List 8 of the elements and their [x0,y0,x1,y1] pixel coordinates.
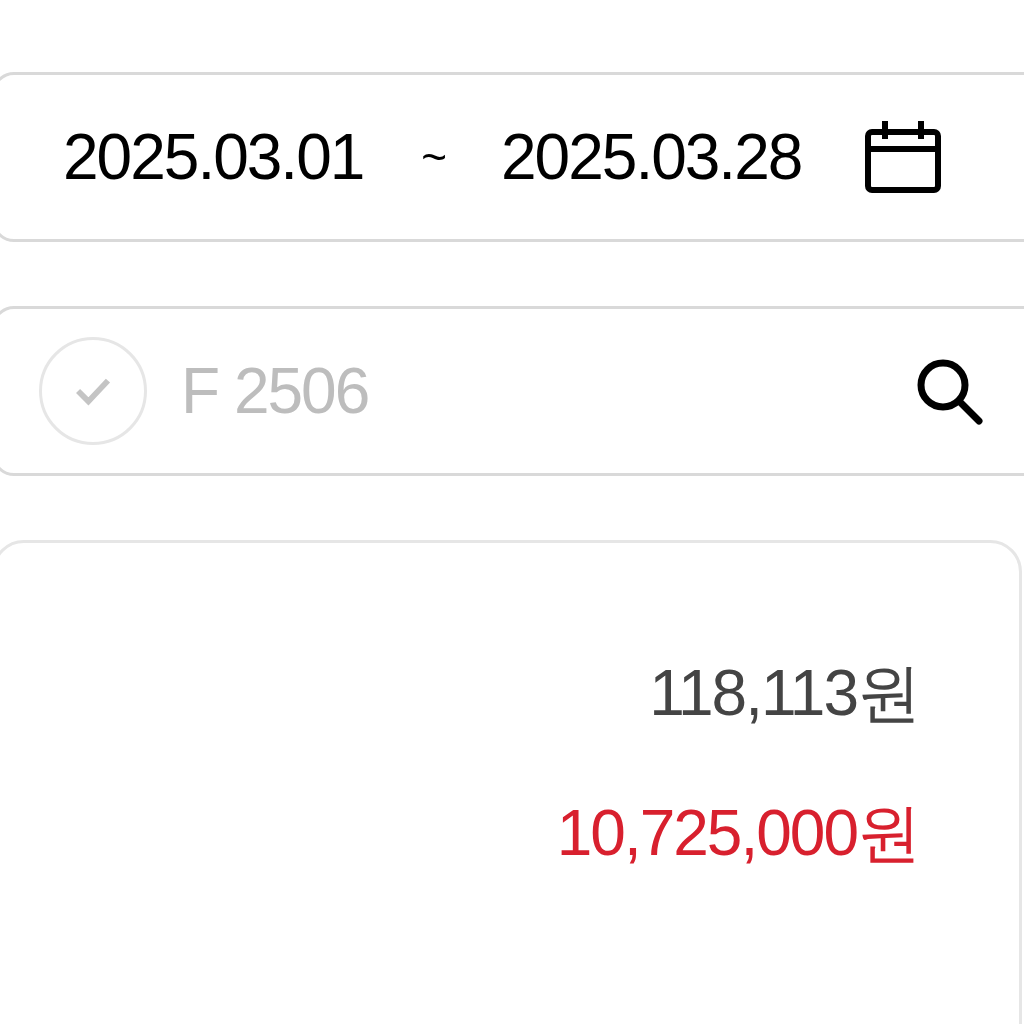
search-field[interactable]: F 2506 [0,306,1024,476]
date-separator: ~ [421,131,445,183]
start-date: 2025.03.01 [63,120,364,195]
amount-text: 10,725,000원 [556,801,919,865]
amount-text: 118,113원 [649,661,919,725]
end-date: 2025.03.28 [501,120,802,195]
search-input[interactable]: F 2506 [181,343,881,439]
date-range-field[interactable]: 2025.03.01 ~ 2025.03.28 [0,72,1024,242]
